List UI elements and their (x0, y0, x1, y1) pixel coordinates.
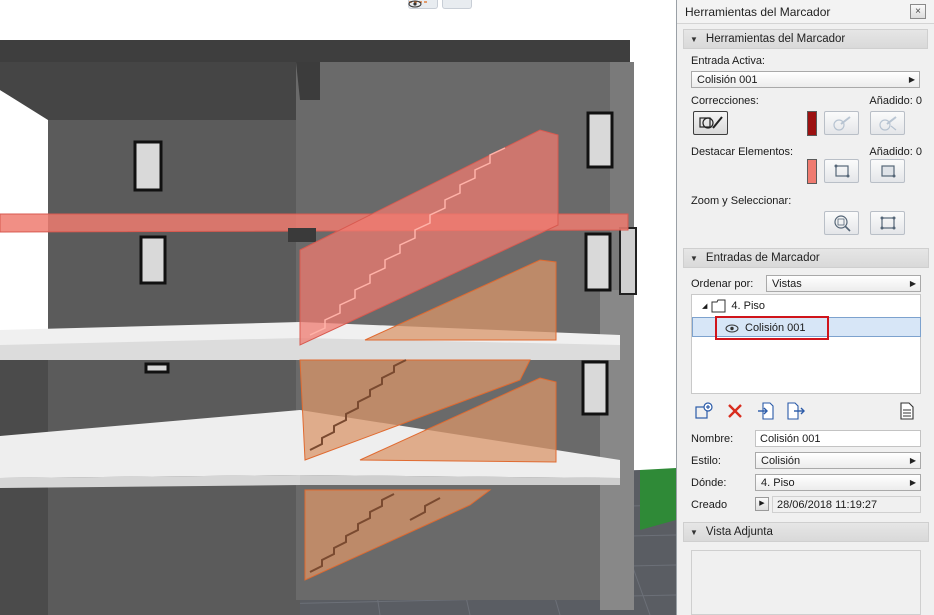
view-toolbar (408, 0, 472, 9)
sort-by-value: Vistas (772, 277, 802, 290)
name-label: Nombre: (691, 433, 734, 445)
created-expand-button[interactable]: ▶ (755, 497, 769, 511)
corrections-color-swatch[interactable] (807, 111, 817, 136)
where-label: Dónde: (691, 477, 727, 489)
play-icon: ▶ (759, 500, 765, 507)
created-timestamp: 28/06/2018 11:19:27 (772, 496, 921, 513)
zoom-to-button[interactable] (824, 211, 859, 235)
pen-add-icon (832, 116, 851, 131)
list-item-selected[interactable]: Colisión 001 (692, 316, 921, 340)
eye-icon[interactable] (408, 0, 472, 9)
expand-triangle-icon[interactable]: ◢ (702, 302, 707, 310)
zoom-icon (833, 215, 851, 232)
attached-view-title: Vista Adjunta (705, 526, 773, 538)
import-button[interactable] (757, 402, 775, 420)
chevron-right-icon: ▶ (909, 456, 916, 465)
corrections-tool-button[interactable] (693, 111, 728, 135)
document-icon (900, 402, 914, 420)
tools-section-title: Herramientas del Marcador (705, 33, 846, 45)
close-button[interactable]: × (910, 4, 926, 19)
marker-tools-palette: Herramientas del Marcador × ▼ Herramient… (676, 0, 934, 615)
where-dropdown[interactable]: 4. Piso ▶ (755, 474, 921, 491)
collapse-triangle-icon: ▼ (690, 34, 698, 44)
collapse-triangle-icon: ▼ (690, 527, 698, 537)
select-elements-button[interactable] (870, 211, 905, 235)
export-button[interactable] (787, 402, 805, 420)
active-entry-value: Colisión 001 (697, 73, 758, 86)
pen-remove-icon (878, 116, 897, 131)
style-label: Estilo: (691, 455, 721, 467)
active-entry-dropdown[interactable]: Colisión 001 ▶ (691, 71, 920, 88)
corrections-added-count: Añadido: 0 (869, 95, 922, 107)
active-entry-label: Entrada Activa: (691, 55, 765, 67)
where-value: 4. Piso (761, 476, 795, 489)
add-correction-button[interactable] (824, 111, 859, 135)
folder-icon (711, 299, 726, 313)
created-label: Creado (691, 499, 728, 511)
sort-by-dropdown[interactable]: Vistas ▶ (766, 275, 921, 292)
corrections-label: Correcciones: (691, 95, 759, 107)
tools-section-header[interactable]: ▼ Herramientas del Marcador (683, 29, 928, 49)
collapse-triangle-icon: ▼ (690, 253, 698, 263)
style-dropdown[interactable]: Colisión ▶ (755, 452, 921, 469)
import-icon (758, 402, 774, 420)
export-icon (787, 402, 805, 420)
3d-viewport[interactable] (0, 0, 676, 615)
add-highlight-button[interactable] (824, 159, 859, 183)
remove-correction-button[interactable] (870, 111, 905, 135)
zoom-select-label: Zoom y Seleccionar: (691, 195, 792, 207)
entries-section-title: Entradas de Marcador (705, 252, 820, 264)
select-icon (880, 216, 895, 230)
entries-list[interactable]: ◢ 4. Piso Colisión 001 (691, 294, 921, 394)
tree-folder-row[interactable]: ◢ 4. Piso (702, 299, 765, 313)
name-field[interactable]: Colisión 001 (755, 430, 921, 447)
chevron-right-icon: ▶ (908, 75, 915, 84)
chevron-right-icon: ▶ (909, 478, 916, 487)
highlight-remove-icon (880, 165, 895, 178)
window-title: Herramientas del Marcador (685, 4, 831, 19)
highlight-elements-label: Destacar Elementos: (691, 146, 794, 158)
folder-label: 4. Piso (731, 300, 766, 312)
sort-by-label: Ordenar por: (691, 277, 754, 290)
attached-view-section-header[interactable]: ▼ Vista Adjunta (683, 522, 929, 542)
document-button[interactable] (898, 402, 916, 420)
red-callout-outline: Colisión 001 (715, 316, 829, 340)
new-entry-button[interactable] (695, 402, 713, 420)
entries-section-header[interactable]: ▼ Entradas de Marcador (683, 248, 929, 268)
highlight-add-icon (834, 164, 849, 178)
list-item-label: Colisión 001 (745, 322, 806, 334)
building-3d-render (0, 40, 676, 615)
corrections-icon (698, 116, 723, 129)
delete-icon (728, 404, 742, 418)
highlight-added-count: Añadido: 0 (869, 146, 922, 158)
add-entry-icon (695, 402, 713, 419)
delete-entry-button[interactable] (726, 402, 744, 420)
eye-icon[interactable] (725, 324, 739, 333)
highlight-color-swatch[interactable] (807, 159, 817, 184)
chevron-right-icon: ▶ (909, 279, 916, 288)
palette-titlebar[interactable]: Herramientas del Marcador × (677, 0, 934, 24)
remove-highlight-button[interactable] (870, 159, 905, 183)
style-value: Colisión (761, 454, 801, 467)
attached-view-preview (691, 550, 921, 615)
